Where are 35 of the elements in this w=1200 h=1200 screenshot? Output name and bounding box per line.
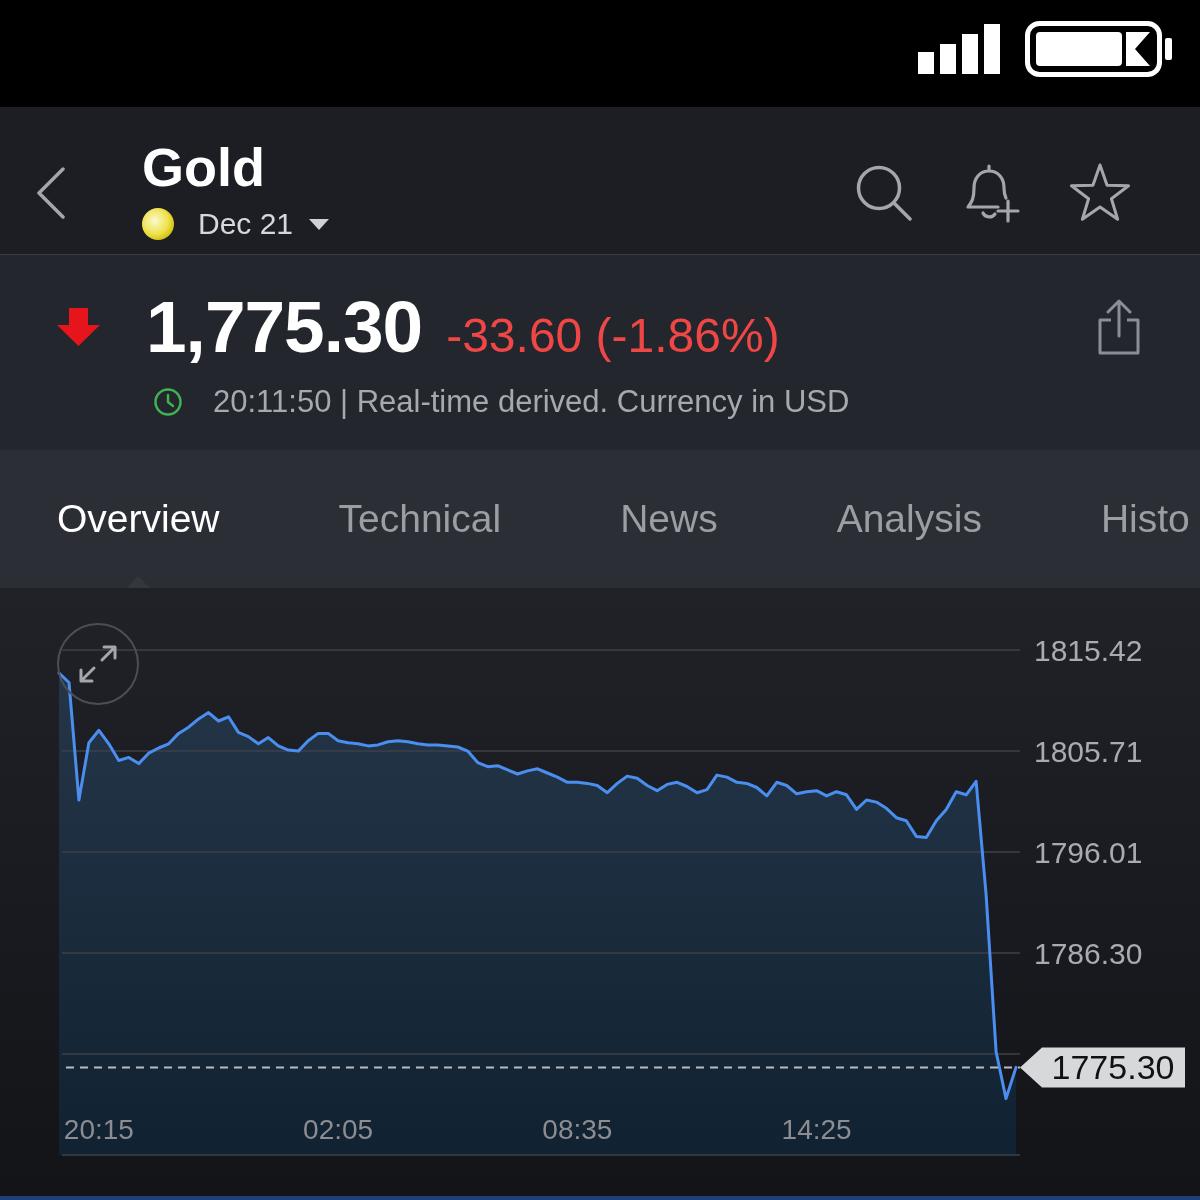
y-axis-label: 1815.42 <box>1034 634 1143 667</box>
timestamp-info: 20:11:50 | Real-time derived. Currency in USD <box>213 384 850 420</box>
battery-icon <box>1025 20 1172 77</box>
expand-button[interactable] <box>57 623 139 705</box>
tab[interactable]: Technical <box>338 450 502 588</box>
share-button[interactable] <box>1096 298 1142 356</box>
caret-down-icon <box>309 218 330 230</box>
expand-icon <box>78 644 118 684</box>
search-button[interactable] <box>856 165 912 221</box>
coin-icon <box>142 208 174 240</box>
star-icon <box>1068 162 1132 224</box>
tab[interactable]: News <box>620 450 718 588</box>
signal-icon <box>918 23 1000 74</box>
y-axis-label: 1796.01 <box>1034 835 1143 869</box>
clock-icon <box>154 388 182 416</box>
tab[interactable]: Histo <box>1100 450 1190 588</box>
ref-line-label: 1775.30 <box>1051 1048 1175 1087</box>
back-button[interactable] <box>36 167 66 219</box>
x-axis-label: 08:35 <box>542 1114 613 1145</box>
y-axis-label: 1805.71 <box>1034 735 1143 768</box>
price-change: -33.60 (-1.86%) <box>446 308 780 364</box>
tab[interactable]: Analysis <box>836 450 982 588</box>
chevron-left-icon <box>36 167 66 219</box>
x-axis-label: 14:25 <box>781 1114 852 1145</box>
x-axis-label: 20:15 <box>63 1114 134 1145</box>
share-icon <box>1096 298 1142 356</box>
favorite-button[interactable] <box>1068 162 1132 224</box>
instrument-title: Gold <box>142 137 265 197</box>
contract-selector[interactable]: Dec 21 <box>142 206 330 242</box>
current-price-tag: 1775.30 <box>1020 1047 1185 1088</box>
search-icon <box>856 165 912 221</box>
x-axis-label: 02:05 <box>303 1114 374 1145</box>
tab[interactable]: Overview <box>57 450 220 588</box>
y-axis-label: 1786.30 <box>1034 936 1143 970</box>
last-price: 1,775.30 <box>146 286 423 368</box>
